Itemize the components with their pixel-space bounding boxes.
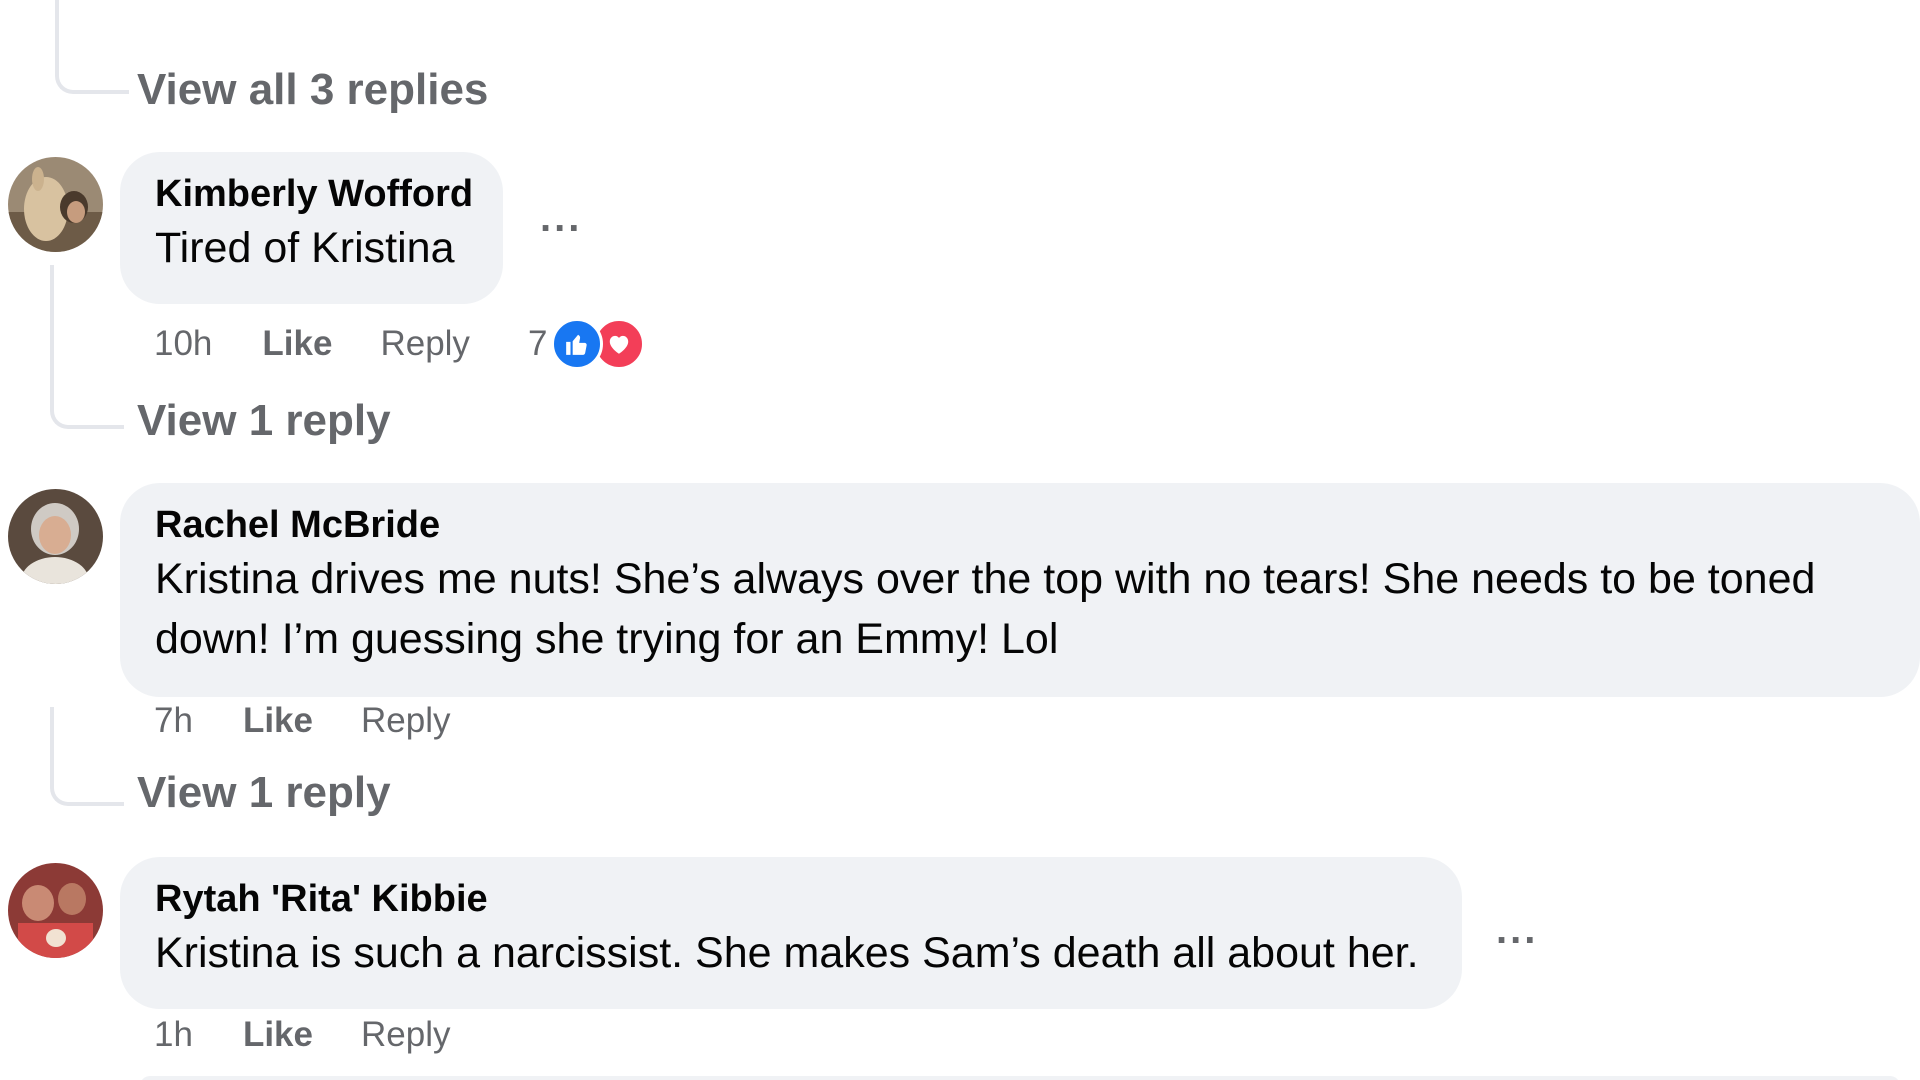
view-replies-link[interactable]: View 1 reply <box>137 396 391 446</box>
view-replies-link[interactable]: View 1 reply <box>137 768 391 818</box>
more-options-button[interactable]: ... <box>1496 910 1538 950</box>
thread-connector <box>50 707 124 806</box>
comment-text: Tired of Kristina <box>155 224 455 273</box>
avatar[interactable] <box>8 489 103 584</box>
like-icon <box>551 318 604 370</box>
comment-timestamp[interactable]: 10h <box>154 324 212 364</box>
next-comment-bubble <box>140 1076 1900 1080</box>
comment-actions: 1h Like Reply <box>154 1015 508 1055</box>
view-all-replies-link[interactable]: View all 3 replies <box>137 65 488 115</box>
reply-button[interactable]: Reply <box>361 1015 450 1055</box>
comments-panel: View all 3 replies Kimberly Wofford Tire… <box>0 0 1920 1080</box>
reply-button[interactable]: Reply <box>361 701 450 741</box>
more-options-button[interactable]: ... <box>540 198 582 238</box>
like-button[interactable]: Like <box>243 1015 313 1055</box>
thread-connector <box>50 265 124 429</box>
comment-author[interactable]: Kimberly Wofford <box>155 170 473 219</box>
comment-author[interactable]: Rytah 'Rita' Kibbie <box>155 875 1428 924</box>
avatar[interactable] <box>8 157 103 252</box>
reply-button[interactable]: Reply <box>380 324 469 364</box>
comment-actions: 7h Like Reply <box>154 701 508 741</box>
comment-text: Kristina drives me nuts! She’s always ov… <box>155 555 1816 663</box>
like-button[interactable]: Like <box>243 701 313 741</box>
comment-bubble: Rachel McBride Kristina drives me nuts! … <box>120 483 1920 697</box>
comment-actions: 10h Like Reply 7 <box>154 318 646 370</box>
comment-timestamp[interactable]: 1h <box>154 1015 193 1055</box>
comment-text: Kristina is such a narcissist. She makes… <box>155 929 1419 978</box>
comment-bubble: Rytah 'Rita' Kibbie Kristina is such a n… <box>120 857 1462 1009</box>
comment-bubble: Kimberly Wofford Tired of Kristina <box>120 152 503 304</box>
avatar[interactable] <box>8 863 103 958</box>
comment-author[interactable]: Rachel McBride <box>155 501 1886 550</box>
reaction-count: 7 <box>527 324 548 363</box>
reactions-summary[interactable]: 7 <box>527 318 646 370</box>
thread-connector <box>55 0 129 94</box>
like-button[interactable]: Like <box>262 324 332 364</box>
comment-timestamp[interactable]: 7h <box>154 701 193 741</box>
